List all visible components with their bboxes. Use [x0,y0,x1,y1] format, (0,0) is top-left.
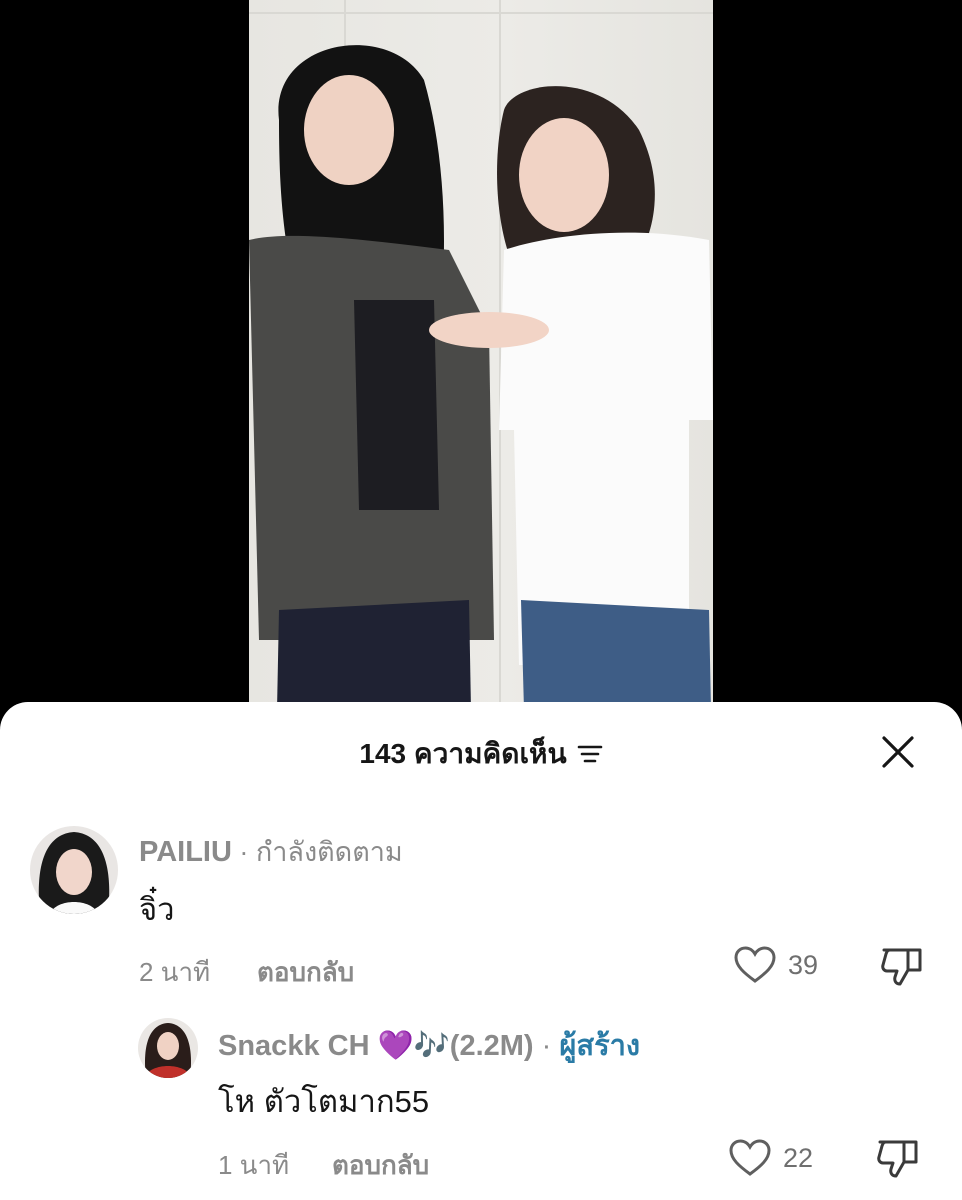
creator-badge: ผู้สร้าง [559,1030,641,1062]
avatar[interactable] [138,1018,198,1078]
video-player[interactable] [249,0,713,710]
reply-button[interactable]: ตอบกลับ [257,952,354,993]
purple-heart-emoji: 💜 [377,1030,414,1062]
separator: · [533,1030,560,1062]
comment-time: 2 นาที [139,957,211,987]
comments-header: 143 ความคิดเห็น [0,732,962,776]
like-count: 39 [788,949,819,980]
music-notes-emoji: 🎶 [413,1030,450,1062]
avatar-image [144,1023,192,1078]
comment-username[interactable]: Snackk CH 💜🎶(2.2M) · ผู้สร้าง [218,1022,640,1068]
like-button[interactable]: 39 [734,946,818,984]
close-icon[interactable] [880,734,916,770]
comment-username[interactable]: PAILIU · กำลังติดตาม [139,830,403,873]
comments-count-title: 143 ความคิดเห็น [359,732,566,776]
comments-sheet: 143 ความคิดเห็น PAILIU · กำลังติดตาม จิ๋… [0,702,962,1200]
avatar-image [38,832,110,914]
avatar[interactable] [30,826,118,914]
username-text[interactable]: PAILIU [139,836,232,868]
comment-count: 143 [359,738,407,769]
sort-filter-icon[interactable] [577,744,603,764]
like-button[interactable]: 22 [729,1139,813,1177]
following-status: · กำลังติดตาม [231,837,403,867]
heart-icon [734,946,776,983]
video-frame-image [249,45,713,710]
dislike-icon[interactable] [876,1138,920,1180]
follower-count: (2.2M) [449,1030,534,1062]
comment-text: จิ๋ว [139,892,175,927]
dislike-icon[interactable] [880,946,924,988]
heart-icon [729,1139,771,1176]
username-text[interactable]: Snackk CH [218,1030,370,1062]
comment-text: โห ตัวโตมาก55 [218,1084,430,1119]
comments-title: ความคิดเห็น [413,738,567,769]
comment-time: 1 นาที [218,1150,290,1180]
like-count: 22 [783,1142,814,1173]
reply-button[interactable]: ตอบกลับ [332,1145,429,1186]
